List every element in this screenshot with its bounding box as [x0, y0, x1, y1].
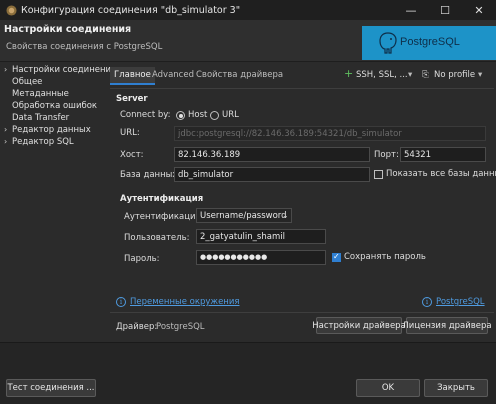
user-label: Пользователь: — [124, 233, 190, 243]
connection-main-panel: Главное Advanced Свойства драйвера + SSH… — [110, 66, 496, 342]
chevron-down-icon[interactable]: ▾ — [478, 70, 482, 80]
database-field[interactable]: db_simulator — [174, 167, 370, 182]
tab-divider — [110, 88, 494, 89]
host-field[interactable]: 82.146.36.189 — [174, 147, 370, 162]
postgresql-link[interactable]: PostgreSQL — [436, 297, 485, 307]
port-label: Порт: — [374, 150, 399, 160]
profile-dropdown[interactable]: No profile — [434, 70, 475, 80]
url-radio[interactable] — [210, 111, 219, 120]
sidebar-item-connection-settings[interactable]: Настройки соединения — [12, 65, 116, 75]
sidebar-item-sql-editor[interactable]: Редактор SQL — [12, 137, 74, 147]
test-connection-button[interactable]: Тест соединения ... — [6, 379, 96, 397]
driver-value: PostgreSQL — [156, 322, 205, 332]
show-all-databases-label[interactable]: Показать все базы данных — [386, 169, 496, 179]
auth-method-select[interactable]: Username/password — [196, 208, 292, 223]
close-window-button[interactable]: ✕ — [462, 0, 496, 20]
driver-label: Драйвер: — [116, 322, 158, 332]
save-password-label[interactable]: Сохранять пароль — [344, 252, 426, 262]
url-label: URL: — [120, 128, 140, 138]
sidebar-item-general[interactable]: Общее — [12, 77, 42, 87]
host-radio[interactable] — [176, 111, 185, 120]
profile-icon: ⎘ — [422, 70, 429, 80]
url-field[interactable]: jdbc:postgresql://82.146.36.189:54321/db… — [174, 126, 486, 141]
connect-by-label: Connect by: — [120, 110, 171, 120]
dialog-subheading: Свойства соединения с PostgreSQL — [6, 42, 163, 52]
expand-arrow-icon[interactable]: › — [4, 125, 7, 134]
ok-button[interactable]: OK — [356, 379, 420, 397]
postgresql-logo-banner: PostgreSQL — [362, 26, 496, 60]
url-radio-label[interactable]: URL — [222, 110, 239, 120]
info-icon: i — [116, 297, 126, 307]
host-label: Хост: — [120, 150, 144, 160]
password-label: Пароль: — [124, 254, 160, 264]
dialog-heading: Настройки соединения — [4, 24, 132, 35]
add-icon[interactable]: + — [344, 67, 353, 80]
window-title: Конфигурация соединения "db_simulator 3" — [21, 4, 241, 16]
dialog-footer: Тест соединения ... OK Закрыть — [0, 342, 496, 404]
expand-arrow-icon[interactable]: › — [4, 137, 7, 146]
driver-license-button[interactable]: Лицензия драйвера — [402, 317, 492, 334]
sidebar-item-error-handling[interactable]: Обработка ошибок — [12, 101, 97, 111]
chevron-down-icon[interactable]: ▾ — [408, 70, 412, 80]
sidebar-item-metadata[interactable]: Метаданные — [12, 89, 69, 99]
auth-section-title: Аутентификация — [120, 194, 204, 204]
tab-bar: Главное Advanced Свойства драйвера + SSH… — [110, 66, 494, 88]
sidebar-item-data-editor[interactable]: Редактор данных — [12, 125, 91, 135]
postgresql-elephant-icon — [379, 32, 397, 54]
auth-method-label: Аутентификация: — [124, 212, 204, 222]
tab-advanced[interactable]: Advanced — [152, 70, 194, 80]
driver-settings-button[interactable]: Настройки драйвера — [312, 317, 406, 334]
expand-arrow-icon[interactable]: › — [4, 65, 7, 74]
dbeaver-app-icon — [6, 4, 17, 16]
save-password-checkbox[interactable] — [332, 252, 341, 262]
close-button[interactable]: Закрыть — [424, 379, 488, 397]
ssh-ssl-dropdown[interactable]: SSH, SSL, ... — [356, 70, 408, 80]
settings-sidebar: › Настройки соединения Общее Метаданные … — [0, 62, 116, 342]
maximize-button[interactable]: ☐ — [428, 0, 462, 20]
info-icon: i — [422, 297, 432, 307]
postgresql-logo-text: PostgreSQL — [400, 36, 460, 48]
password-field[interactable]: ●●●●●●●●●●● — [196, 250, 326, 265]
chevron-down-icon: ⌄ — [282, 211, 289, 220]
server-section-title: Server — [116, 94, 148, 104]
show-all-databases-checkbox[interactable] — [374, 170, 383, 179]
user-field[interactable]: 2_gatyatulin_shamil — [196, 229, 326, 244]
port-field[interactable]: 54321 — [400, 147, 486, 162]
driver-divider — [110, 312, 494, 313]
minimize-button[interactable]: — — [394, 0, 428, 20]
title-bar: Конфигурация соединения "db_simulator 3"… — [0, 0, 496, 20]
environment-variables-link[interactable]: Переменные окружения — [130, 297, 240, 307]
database-label: База данных: — [120, 170, 181, 180]
host-radio-label[interactable]: Host — [188, 110, 207, 120]
tab-main[interactable]: Главное — [110, 67, 155, 85]
sidebar-item-data-transfer[interactable]: Data Transfer — [12, 113, 69, 123]
tab-driver-properties[interactable]: Свойства драйвера — [196, 70, 283, 80]
